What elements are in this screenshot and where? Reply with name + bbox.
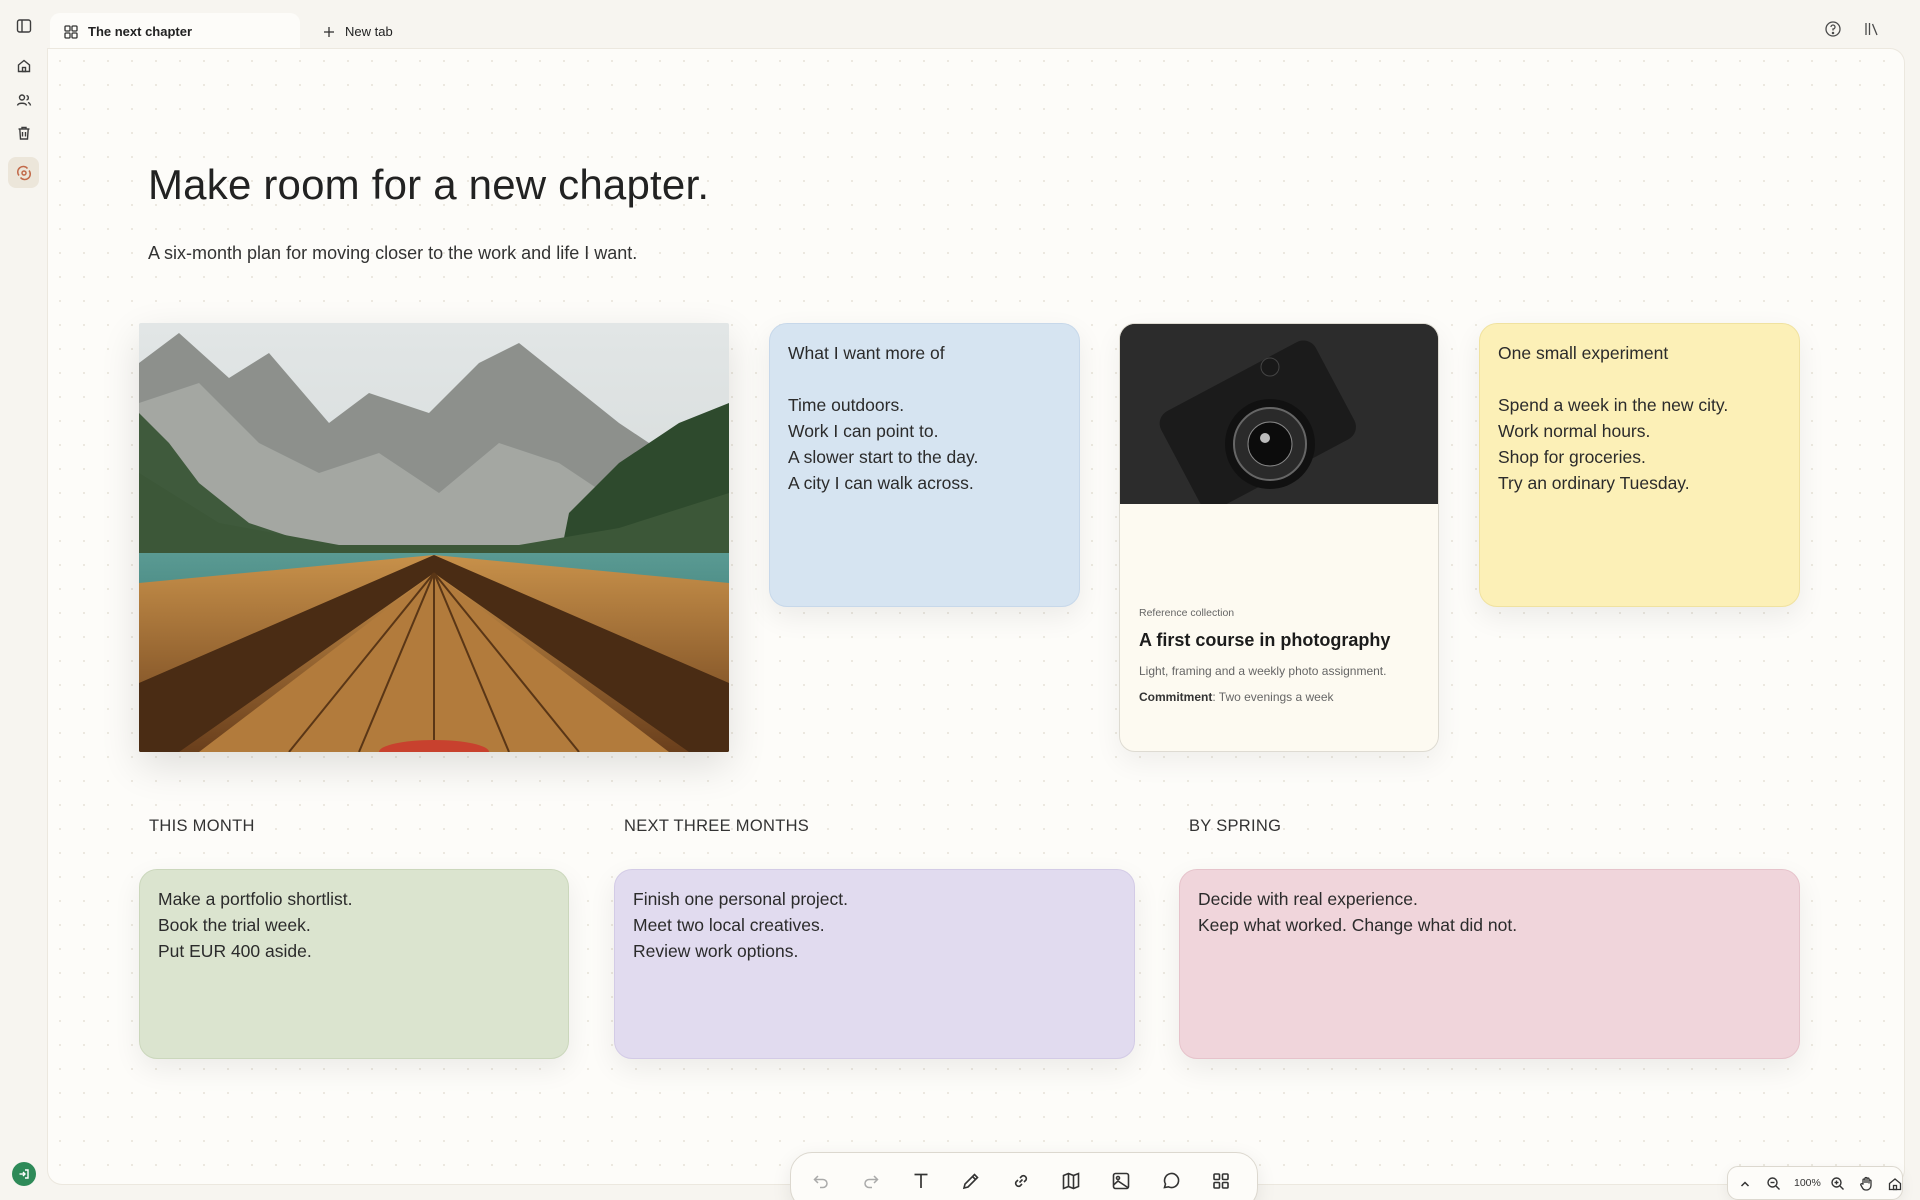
zoom-out-icon[interactable] (1765, 1175, 1782, 1192)
chevron-up-icon[interactable] (1736, 1175, 1753, 1192)
help-circle-icon[interactable] (1824, 20, 1842, 38)
meta-value: : Two evenings a week (1212, 690, 1334, 704)
canvas-toolbar (790, 1152, 1258, 1200)
tab-label: The next chapter (88, 24, 193, 39)
zoom-controls: 100% (1727, 1166, 1903, 1200)
note-line: A city I can walk across. (788, 473, 974, 493)
sticky-note-this-month[interactable]: Make a portfolio shortlist. Book the tri… (139, 869, 569, 1059)
redo-icon[interactable] (859, 1169, 883, 1193)
note-line: Keep what worked. Change what did not. (1198, 915, 1518, 935)
note-heading: What I want more of (788, 343, 945, 363)
section-label-this-month: THIS MONTH (149, 817, 255, 835)
note-line: Spend a week in the new city. (1498, 395, 1729, 415)
orbit-icon[interactable] (8, 157, 39, 188)
tab-bar: The next chapter New tab (48, 0, 1920, 50)
plus-icon (324, 26, 334, 37)
lake-boat-photo[interactable] (139, 323, 729, 752)
log-in-icon[interactable] (12, 1162, 36, 1186)
zoom-level[interactable]: 100% (1794, 1177, 1821, 1189)
note-line: Make a portfolio shortlist. (158, 889, 353, 909)
new-tab-label: New tab (345, 24, 393, 39)
note-line: Work normal hours. (1498, 421, 1651, 441)
note-heading: One small experiment (1498, 343, 1669, 363)
section-label-by-spring: BY SPRING (1189, 817, 1282, 835)
card-kicker: Reference collection (1139, 607, 1235, 619)
board-icon (64, 24, 78, 39)
left-rail (0, 0, 48, 1200)
comment-icon[interactable] (1159, 1169, 1183, 1193)
sticky-note-next-three-months[interactable]: Finish one personal project. Meet two lo… (614, 869, 1135, 1059)
home-icon[interactable] (8, 50, 39, 81)
meta-label: Commitment (1139, 690, 1213, 704)
sidebar-toggle-icon[interactable] (8, 10, 39, 41)
home-view-icon[interactable] (1886, 1175, 1903, 1192)
sticky-note-experiment[interactable]: One small experiment Spend a week in the… (1479, 323, 1800, 607)
sticky-note-by-spring[interactable]: Decide with real experience. Keep what w… (1179, 869, 1800, 1059)
library-icon[interactable] (1863, 20, 1881, 38)
users-icon[interactable] (8, 84, 39, 115)
card-description: Light, framing and a weekly photo assign… (1139, 664, 1387, 678)
tab-the-next-chapter[interactable]: The next chapter (50, 13, 300, 50)
image-icon[interactable] (1109, 1169, 1133, 1193)
note-line: Try an ordinary Tuesday. (1498, 473, 1690, 493)
note-line: A slower start to the day. (788, 447, 979, 467)
apps-icon[interactable] (1209, 1169, 1233, 1193)
note-line: Work I can point to. (788, 421, 939, 441)
note-line: Put EUR 400 aside. (158, 941, 312, 961)
note-line: Time outdoors. (788, 395, 905, 415)
page-subtitle: A six-month plan for moving closer to th… (148, 243, 638, 263)
note-line: Review work options. (633, 941, 799, 961)
link-icon[interactable] (1009, 1169, 1033, 1193)
hand-icon[interactable] (1858, 1175, 1875, 1192)
note-line: Finish one personal project. (633, 889, 848, 909)
text-icon[interactable] (909, 1169, 933, 1193)
note-line: Book the trial week. (158, 915, 311, 935)
note-line: Shop for groceries. (1498, 447, 1646, 467)
sticky-note-wants[interactable]: What I want more of Time outdoors. Work … (769, 323, 1080, 607)
card-meta: Commitment: Two evenings a week (1139, 690, 1334, 704)
card-title: A first course in photography (1139, 630, 1391, 650)
map-icon[interactable] (1059, 1169, 1083, 1193)
section-label-next-three-months: NEXT THREE MONTHS (624, 817, 810, 835)
page-title: Make room for a new chapter. (148, 161, 710, 208)
note-line: Decide with real experience. (1198, 889, 1418, 909)
whiteboard-canvas[interactable]: Make room for a new chapter. A six-month… (48, 49, 1904, 1200)
new-tab-button[interactable]: New tab (323, 13, 393, 50)
trash-icon[interactable] (8, 117, 39, 148)
zoom-in-icon[interactable] (1829, 1175, 1846, 1192)
pen-icon[interactable] (959, 1169, 983, 1193)
note-line: Meet two local creatives. (633, 915, 825, 935)
undo-icon[interactable] (809, 1169, 833, 1193)
bookmark-card-photography[interactable]: Reference collection A first course in p… (1119, 323, 1439, 752)
camera-photo (1120, 324, 1438, 504)
